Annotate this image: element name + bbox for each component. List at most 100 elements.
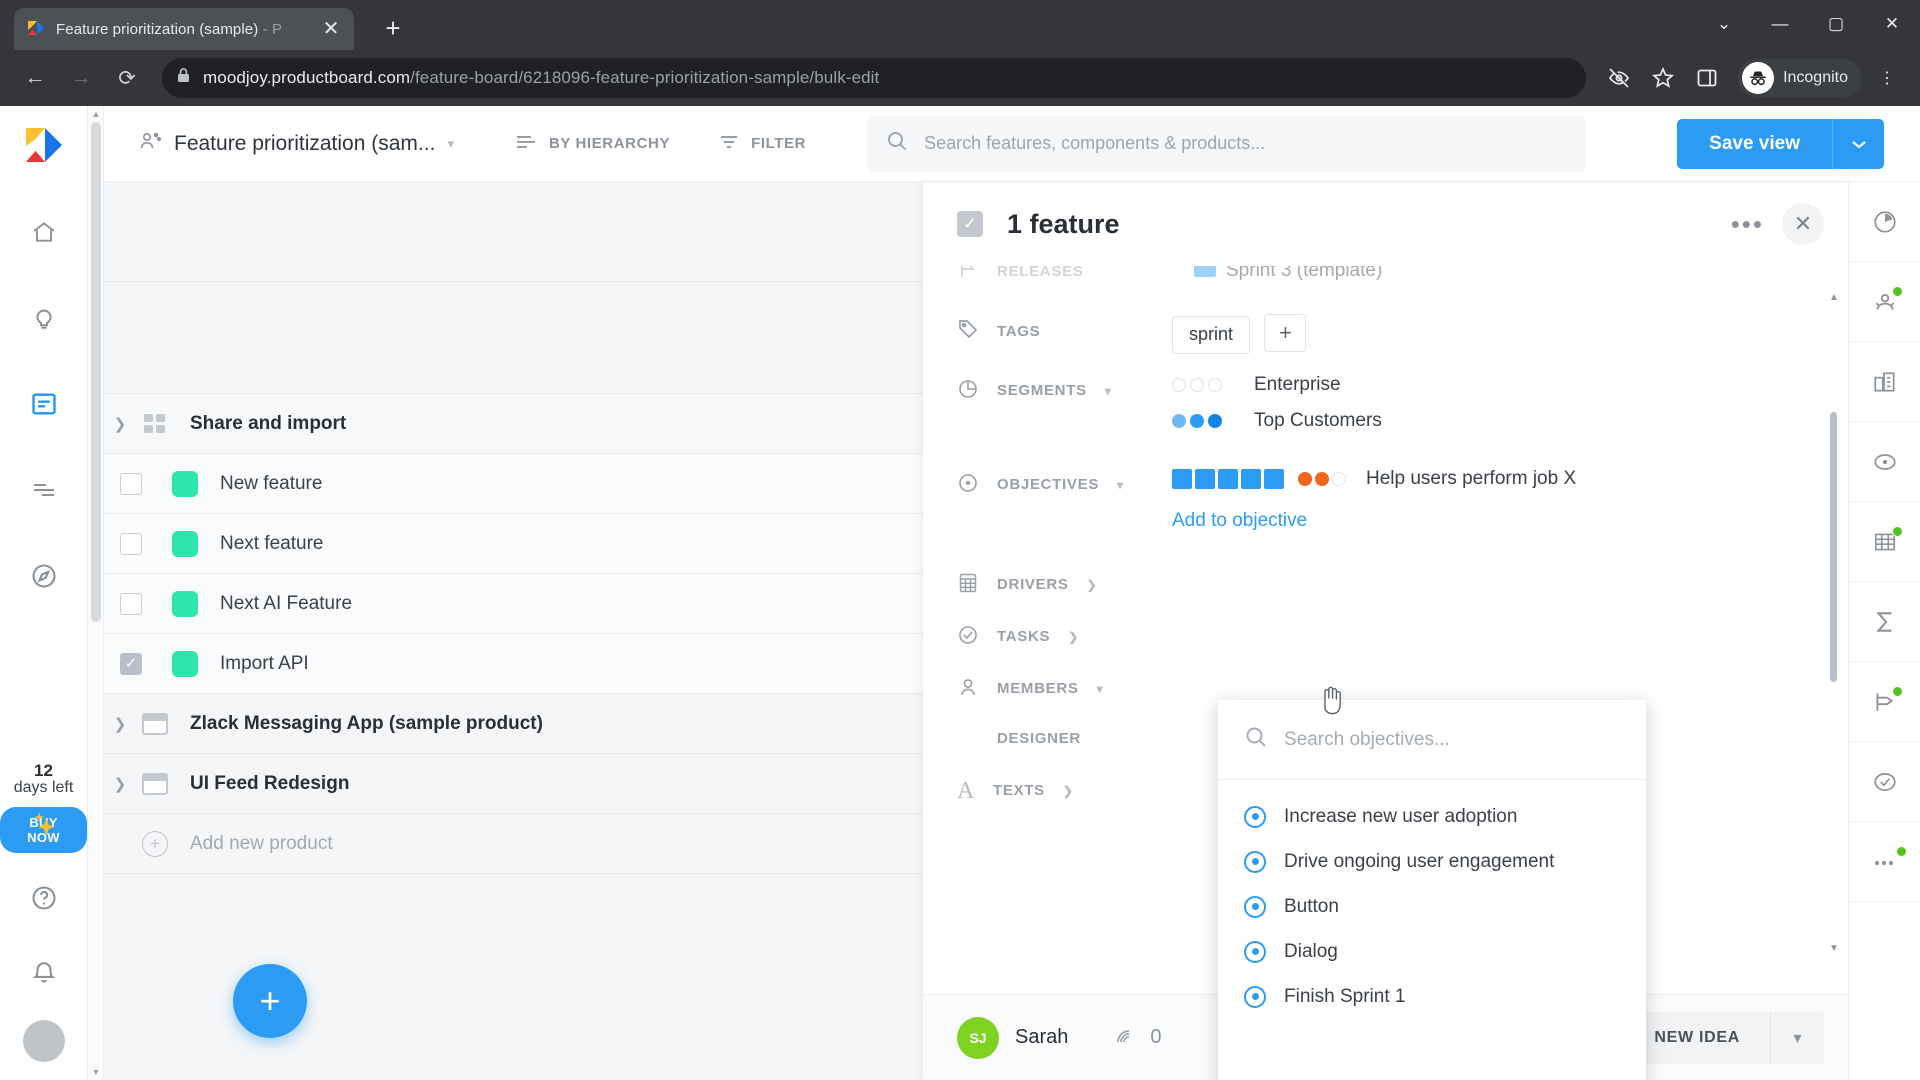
- panel-scroll-down-icon[interactable]: ▼: [1828, 943, 1840, 954]
- segments-chevron-down-icon[interactable]: ▾: [1105, 384, 1112, 398]
- window-close-icon[interactable]: ✕: [1864, 2, 1920, 46]
- panel-scroll-up-icon[interactable]: ▲: [1828, 292, 1840, 303]
- objectives-option[interactable]: Button: [1218, 884, 1646, 929]
- texts-chevron-right-icon[interactable]: ❯: [1063, 784, 1074, 798]
- avatar[interactable]: SJ: [957, 1016, 999, 1059]
- scroll-thumb[interactable]: [91, 122, 101, 622]
- drivers-chevron-right-icon[interactable]: ❯: [1087, 578, 1098, 592]
- tasks-chevron-right-icon[interactable]: ❯: [1068, 630, 1079, 644]
- more-options-icon[interactable]: [1848, 822, 1920, 902]
- releases-flag-icon: [957, 266, 979, 284]
- back-arrow-icon[interactable]: ←: [14, 57, 56, 99]
- sidebar-item-portal[interactable]: [18, 550, 70, 602]
- sidebar-item-roadmaps[interactable]: [18, 464, 70, 516]
- objectives-option[interactable]: Finish Sprint 1: [1218, 974, 1646, 1019]
- add-feature-fab-button[interactable]: +: [233, 964, 307, 1038]
- panel-more-options-icon[interactable]: •••: [1713, 209, 1782, 240]
- view-chevron-down-icon[interactable]: ▾: [447, 136, 454, 152]
- close-icon[interactable]: ✕: [1782, 203, 1824, 245]
- expand-chevron-right-icon[interactable]: ❯: [98, 415, 142, 433]
- objective-row[interactable]: Help users perform job X: [1172, 468, 1848, 490]
- drivers-table-icon[interactable]: [1848, 502, 1920, 582]
- field-tasks[interactable]: TASKS ❯: [957, 620, 1848, 650]
- maximize-icon[interactable]: ▢: [1808, 2, 1864, 46]
- sidebar-item-features[interactable]: [18, 378, 70, 430]
- list-item[interactable]: Next AI Feature: [88, 574, 923, 634]
- list-item[interactable]: New feature: [88, 454, 923, 514]
- filter-button[interactable]: FILTER: [718, 132, 806, 156]
- field-releases[interactable]: RELEASES Sprint 3 (template): [957, 266, 1848, 284]
- list-item[interactable]: Next feature: [88, 514, 923, 574]
- panel-select-all-checkbox[interactable]: [957, 211, 983, 237]
- bookmark-star-icon[interactable]: [1644, 59, 1682, 97]
- new-tab-icon[interactable]: +: [376, 13, 410, 44]
- add-new-product-row[interactable]: + Add new product: [88, 814, 923, 874]
- search-input[interactable]: [924, 133, 1567, 154]
- sum-sigma-icon[interactable]: [1848, 582, 1920, 662]
- profile-incognito-chip[interactable]: Incognito: [1738, 59, 1862, 97]
- segment-row[interactable]: Enterprise: [1172, 374, 1848, 396]
- save-view-button[interactable]: Save view: [1677, 118, 1832, 169]
- users-insights-icon[interactable]: [1848, 262, 1920, 342]
- row-checkbox[interactable]: [120, 472, 142, 495]
- add-to-objective-link[interactable]: Add to objective: [1172, 510, 1307, 531]
- scroll-up-arrow-icon[interactable]: ▲: [88, 106, 104, 122]
- url-bar[interactable]: moodjoy.productboard.com/feature-board/6…: [162, 58, 1587, 98]
- row-checkbox[interactable]: [120, 532, 142, 555]
- productboard-logo-icon[interactable]: [23, 124, 65, 166]
- tasks-check-icon[interactable]: [1848, 742, 1920, 822]
- objectives-search-row[interactable]: [1218, 700, 1646, 780]
- notifications-bell-icon[interactable]: [18, 946, 70, 998]
- row-checkbox[interactable]: [120, 592, 142, 615]
- objectives-option[interactable]: Drive ongoing user engagement: [1218, 839, 1646, 884]
- browser-tab[interactable]: Feature prioritization (sample) - P ✕: [14, 8, 354, 50]
- reload-icon[interactable]: ⟳: [106, 57, 148, 99]
- score-value: 0: [1150, 1026, 1162, 1048]
- minimize-icon[interactable]: —: [1752, 2, 1808, 46]
- list-item-product[interactable]: ❯ UI Feed Redesign: [88, 754, 923, 814]
- segment-row[interactable]: Top Customers: [1172, 410, 1848, 432]
- field-drivers[interactable]: DRIVERS ❯: [957, 568, 1848, 598]
- objective-target-icon[interactable]: [1848, 422, 1920, 502]
- save-view-chevron-down-icon[interactable]: [1832, 118, 1884, 169]
- objectives-chevron-down-icon[interactable]: ▾: [1117, 478, 1124, 492]
- scroll-down-arrow-icon[interactable]: ▼: [88, 1064, 104, 1080]
- list-item-product[interactable]: ❯ Zlack Messaging App (sample product): [88, 694, 923, 754]
- company-building-icon[interactable]: [1848, 342, 1920, 422]
- help-icon[interactable]: [18, 872, 70, 924]
- objectives-option[interactable]: Dialog: [1218, 929, 1646, 974]
- new-idea-chevron-down-icon[interactable]: ▾: [1770, 1011, 1824, 1064]
- rail-scrollbar[interactable]: ▲ ▼: [88, 106, 104, 1080]
- expand-chevron-right-icon[interactable]: ❯: [98, 715, 142, 733]
- dependencies-icon[interactable]: [1848, 662, 1920, 742]
- sidebar-item-home[interactable]: [18, 206, 70, 258]
- panel-scroll-thumb[interactable]: [1830, 412, 1837, 682]
- expand-chevron-right-icon[interactable]: ❯: [98, 775, 142, 793]
- objectives-search-input[interactable]: [1284, 728, 1620, 751]
- by-hierarchy-button[interactable]: BY HIERARCHY: [514, 132, 670, 156]
- objectives-option[interactable]: Increase new user adoption: [1218, 794, 1646, 839]
- add-tag-plus-icon[interactable]: +: [1264, 314, 1307, 352]
- history-clock-icon[interactable]: [1848, 182, 1920, 262]
- forward-arrow-icon[interactable]: →: [60, 57, 102, 99]
- tag-chip[interactable]: sprint: [1172, 315, 1251, 354]
- collapse-chevron-icon[interactable]: ⌄: [1696, 2, 1752, 46]
- field-members[interactable]: MEMBERS ▾: [957, 672, 1848, 702]
- user-avatar[interactable]: [22, 1020, 65, 1062]
- notification-badge: [1891, 686, 1903, 697]
- panel-scrollbar[interactable]: ▲ ▼: [1828, 292, 1840, 954]
- row-checkbox-checked[interactable]: [120, 652, 142, 675]
- view-selector[interactable]: Feature prioritization (sam... ▾: [138, 130, 454, 157]
- ai-sparkle-icon[interactable]: [18, 798, 70, 850]
- list-item[interactable]: ❯ Share and import: [88, 394, 923, 454]
- eye-off-icon[interactable]: [1600, 59, 1638, 97]
- side-panel-icon[interactable]: [1688, 59, 1726, 97]
- three-dot-menu-icon[interactable]: ⋮: [1868, 59, 1906, 97]
- global-search[interactable]: [866, 115, 1587, 172]
- members-chevron-down-icon[interactable]: ▾: [1097, 682, 1104, 696]
- objectives-option-label: Finish Sprint 1: [1284, 985, 1406, 1007]
- list-item-selected[interactable]: Import API: [88, 634, 923, 694]
- field-label-drivers: DRIVERS ❯: [957, 568, 1172, 598]
- sidebar-item-insights[interactable]: [18, 292, 70, 344]
- tab-close-icon[interactable]: ✕: [320, 19, 342, 39]
